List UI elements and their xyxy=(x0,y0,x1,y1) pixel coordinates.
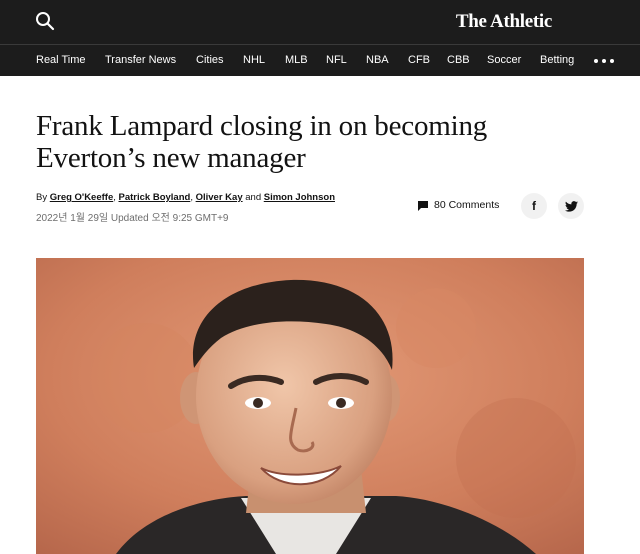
byline: By Greg O'Keeffe, Patrick Boyland, Olive… xyxy=(36,192,335,203)
comment-icon xyxy=(418,200,428,211)
facebook-icon: f xyxy=(532,199,536,213)
comments-label: 80 Comments xyxy=(434,199,500,211)
hero-image xyxy=(36,258,584,554)
more-menu-button[interactable] xyxy=(594,58,618,64)
author-link[interactable]: Oliver Kay xyxy=(196,192,243,203)
search-icon xyxy=(36,12,55,31)
author-link[interactable]: Patrick Boyland xyxy=(119,192,191,203)
nav-item-mlb[interactable]: MLB xyxy=(285,54,308,66)
author-link[interactable]: Simon Johnson xyxy=(264,192,335,203)
byline-prefix: By xyxy=(36,192,48,203)
nav-item-cbb[interactable]: CBB xyxy=(447,54,470,66)
hero-photo xyxy=(36,258,584,554)
comments-button[interactable]: 80 Comments xyxy=(418,199,499,211)
byline-separator: , xyxy=(113,192,116,203)
author-link[interactable]: Greg O'Keeffe xyxy=(50,192,114,203)
article-headline: Frank Lampard closing in on becoming Eve… xyxy=(36,110,488,174)
nav-item-nfl[interactable]: NFL xyxy=(326,54,347,66)
byline-separator: , xyxy=(190,192,193,203)
nav-item-cfb[interactable]: CFB xyxy=(408,54,430,66)
byline-and: and xyxy=(245,192,262,203)
nav-item-soccer[interactable]: Soccer xyxy=(487,54,521,66)
nav-item-cities[interactable]: Cities xyxy=(196,54,224,66)
nav-item-transfer-news[interactable]: Transfer News xyxy=(105,54,176,66)
nav-item-nhl[interactable]: NHL xyxy=(243,54,265,66)
more-dot xyxy=(594,59,598,63)
top-header: The Athletic xyxy=(0,0,640,44)
facebook-share-button[interactable]: f xyxy=(521,193,547,219)
more-dot xyxy=(602,59,606,63)
nav-item-real-time[interactable]: Real Time xyxy=(36,54,86,66)
nav-item-betting[interactable]: Betting xyxy=(540,54,574,66)
search-button[interactable] xyxy=(34,10,56,32)
site-logo[interactable]: The Athletic xyxy=(456,11,552,33)
nav-item-nba[interactable]: NBA xyxy=(366,54,389,66)
more-dot xyxy=(610,59,614,63)
twitter-share-button[interactable] xyxy=(558,193,584,219)
main-nav: Real Time Transfer News Cities NHL MLB N… xyxy=(0,44,640,76)
article-timestamp: 2022년 1월 29일 Updated 오전 9:25 GMT+9 xyxy=(36,213,229,224)
twitter-icon xyxy=(564,200,578,212)
